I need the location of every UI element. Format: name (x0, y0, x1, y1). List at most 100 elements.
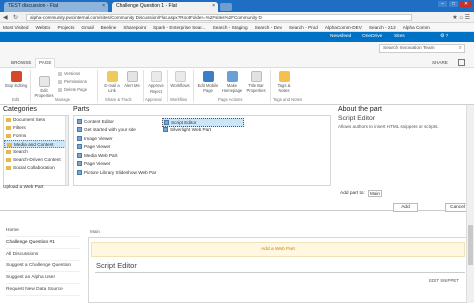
category-item[interactable]: Search (4, 148, 68, 156)
stop-editing-icon (10, 71, 22, 82)
part-item[interactable]: Page Viewer (76, 160, 111, 167)
add-web-part-link[interactable]: Add a Web Part (91, 242, 465, 257)
web-part-icon (77, 144, 82, 149)
alert-me-button[interactable]: Alert Me (123, 71, 141, 88)
bookmark-item[interactable]: Search - Dev (255, 25, 282, 30)
part-item[interactable]: Media Web Part (76, 152, 118, 159)
main-web-part-zone: Add a Web Part Script Editor EDIT SNIPPE… (88, 237, 468, 303)
suite-link-newsfeed[interactable]: Newsfeed (330, 34, 351, 39)
ribbon-tabs: BROWSE PAGE SHARE (0, 57, 474, 68)
bookmark-item[interactable]: Search - 212 (369, 25, 396, 30)
nav-item-suggest-user[interactable]: Suggest an Alpha User (6, 272, 80, 284)
about-title: About the part (338, 106, 382, 113)
part-item[interactable]: Silverlight Web Part (162, 126, 211, 133)
versions-command[interactable]: Versions (58, 71, 80, 76)
part-label: Page Viewer (84, 161, 111, 166)
workflows-button[interactable]: Workflows (170, 71, 190, 88)
nav-item-challenge-question[interactable]: Challenge Question #1 (6, 237, 80, 249)
parts-title: Parts (73, 106, 90, 113)
reject-button[interactable]: Reject (145, 89, 167, 94)
title-bar-icon (250, 71, 262, 82)
bookmark-item[interactable]: Beeline (101, 25, 117, 30)
bookmark-item[interactable]: Sharepoint (123, 25, 146, 30)
category-item[interactable]: Search-Driven Content (4, 156, 68, 164)
zone-select[interactable]: Main (368, 190, 382, 197)
search-icon[interactable]: ⌕ (459, 45, 462, 52)
category-item[interactable]: Filters (4, 124, 68, 132)
tab-label: TEST discussion - Flat (8, 3, 59, 9)
group-label: Approval (145, 97, 162, 102)
refresh-icon[interactable]: ↻ (13, 14, 18, 21)
button-label: Approve (148, 83, 164, 88)
title-bar-properties-button[interactable]: Title Bar Properties (244, 71, 268, 93)
categories-scrollbar[interactable] (65, 116, 68, 185)
command-label: Delete Page (64, 87, 88, 92)
stop-editing-button[interactable]: Stop Editing (3, 71, 29, 88)
page-scrollbar[interactable] (466, 105, 474, 303)
suite-link-sites[interactable]: Sites (394, 34, 405, 39)
window-controls: – □ ✕ (438, 1, 472, 7)
url-input[interactable]: alpha-community.pwcinternal.com/sites/Co… (26, 14, 412, 21)
divider (30, 70, 31, 102)
bookmark-item[interactable]: Search - Prod (289, 25, 318, 30)
bookmark-item[interactable]: Most Visited (3, 25, 28, 30)
site-search-input[interactable]: Search Innovation Team ⌕ (379, 44, 465, 53)
scrollbar-thumb[interactable] (468, 225, 473, 265)
category-item-selected[interactable]: Media and Content (4, 140, 68, 148)
toolbar-icons[interactable]: ★ ⌂ ☰ (452, 14, 470, 21)
permissions-command[interactable]: Permissions (58, 79, 87, 84)
part-item[interactable]: Page Viewer (76, 143, 111, 150)
tab-page[interactable]: PAGE (35, 58, 56, 68)
edit-snippet-link[interactable]: EDIT SNIPPET (429, 278, 459, 283)
web-part-icon (77, 136, 82, 141)
new-tab-button[interactable] (220, 3, 232, 11)
maximize-icon[interactable]: □ (449, 1, 458, 7)
folder-icon (7, 143, 12, 147)
settings-icon[interactable]: ⚙ ? (440, 34, 448, 39)
category-item[interactable]: Forms (4, 132, 68, 140)
delete-page-command[interactable]: Delete Page (58, 87, 87, 92)
bookmark-item[interactable]: Alpha Comm (403, 25, 430, 30)
close-tab-icon[interactable]: × (102, 3, 105, 9)
tags-notes-button[interactable]: Tags & Notes (273, 71, 295, 93)
bookmark-item[interactable]: AlphaComm-DEV (325, 25, 362, 30)
minimize-icon[interactable]: – (438, 1, 447, 7)
approve-button[interactable]: Approve (146, 71, 166, 88)
close-tab-icon[interactable]: × (212, 3, 215, 9)
part-item[interactable]: Content Editor (76, 118, 114, 125)
divider (167, 70, 168, 102)
share-button[interactable]: SHARE (432, 60, 448, 65)
bookmark-item[interactable]: Spark - Enterprise Sear... (153, 25, 206, 30)
part-item[interactable]: Image Viewer (76, 135, 113, 142)
tab-browse[interactable]: BROWSE (8, 59, 34, 66)
close-window-icon[interactable]: ✕ (460, 1, 472, 7)
edit-mobile-page-button[interactable]: Edit Mobile Page (195, 71, 221, 93)
bookmark-item[interactable]: WebEx (35, 25, 50, 30)
browser-tab-2[interactable]: Challenge Question 1 - Flat × (112, 2, 218, 12)
upload-web-part-link[interactable]: Upload a Web Part (3, 185, 43, 190)
nav-item-request-data-source[interactable]: Request New Data Source (6, 284, 80, 296)
bookmark-item[interactable]: Projects (57, 25, 74, 30)
part-item[interactable]: Picture Library Slideshow Web Par (76, 169, 156, 176)
email-link-button[interactable]: E-mail a Link (101, 71, 123, 93)
nav-item-suggest-question[interactable]: Suggest a Challenge Question (6, 261, 80, 272)
make-homepage-button[interactable]: Make Homepage (221, 71, 243, 93)
edit-properties-button[interactable]: Edit Properties (33, 76, 55, 98)
browser-tab-1[interactable]: TEST discussion - Flat × (4, 2, 108, 12)
bookmark-item[interactable]: Search - Staging (213, 25, 248, 30)
focus-content-icon[interactable] (458, 59, 465, 66)
part-item[interactable]: Get started with your site (76, 126, 136, 133)
categories-title: Categories (3, 106, 37, 113)
group-label: Edit (12, 97, 20, 102)
nav-item-all-discussions[interactable]: All Discussions (6, 249, 80, 261)
category-item[interactable]: Document Sets (4, 116, 68, 124)
button-label: Edit Properties (34, 88, 54, 98)
part-label: Picture Library Slideshow Web Par (84, 170, 157, 175)
nav-item-home[interactable]: Home (6, 225, 80, 237)
category-item[interactable]: Social Collaboration (4, 164, 68, 172)
back-icon[interactable]: ◀ (3, 14, 8, 21)
add-button[interactable]: Add (393, 203, 418, 212)
button-label: Make Homepage (221, 83, 243, 93)
suite-link-onedrive[interactable]: OneDrive (362, 34, 382, 39)
bookmark-item[interactable]: Gmail (81, 25, 93, 30)
